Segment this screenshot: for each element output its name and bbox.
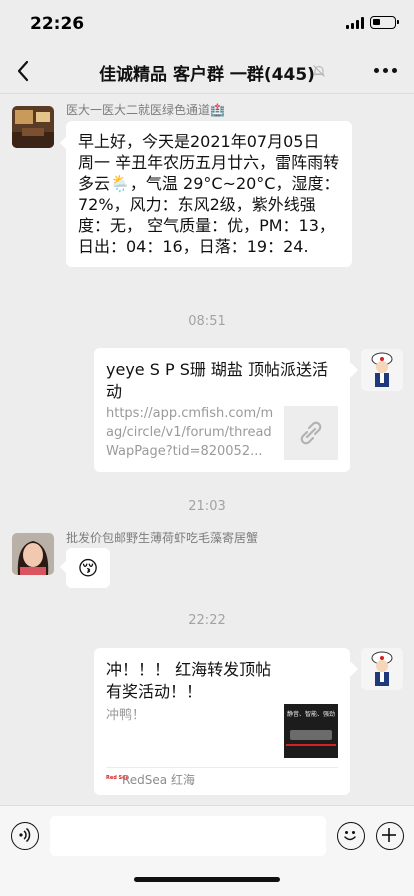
- avatar[interactable]: [361, 349, 403, 391]
- timestamp: 08:51: [188, 314, 226, 329]
- avatar[interactable]: [12, 106, 54, 148]
- link-card[interactable]: yeye S P S珊 瑚盐 顶帖派送活动 https://app.cmfish…: [94, 348, 350, 472]
- mute-icon: [313, 65, 325, 77]
- status-bar: 22:26: [0, 0, 414, 48]
- battery-icon: [370, 16, 399, 29]
- link-icon: [300, 421, 322, 445]
- sender-name: 批发价包邮野生薄荷虾吃毛藻寄居蟹: [66, 531, 259, 545]
- emoji-button[interactable]: [337, 822, 365, 850]
- back-icon[interactable]: [14, 58, 34, 84]
- timestamp: 22:22: [188, 613, 226, 628]
- message-text: 早上好，今天是2021年07月05日 周一 辛丑年农历五月廿六，雷阵雨转多云🌦️…: [78, 132, 340, 256]
- timestamp: 21:03: [188, 499, 226, 514]
- link-description: 冲鸭！: [106, 708, 146, 723]
- message-input[interactable]: [50, 816, 326, 856]
- voice-button[interactable]: [11, 822, 39, 850]
- link-title: 冲！！！ 红海转发顶帖有奖活动！！: [106, 660, 272, 701]
- signal-icon: [346, 17, 364, 29]
- card-divider: [106, 767, 338, 768]
- link-thumbnail: [284, 406, 338, 460]
- link-url: https://app.cmfish.com/mag/circle/v1/for…: [106, 406, 274, 459]
- avatar[interactable]: [361, 648, 403, 690]
- add-icon: [382, 828, 396, 842]
- add-button[interactable]: [376, 822, 404, 850]
- link-title: yeye S P S珊 瑚盐 顶帖派送活动: [106, 360, 329, 401]
- message-bubble[interactable]: 😚: [66, 548, 110, 588]
- chat-title: 佳诚精品 客户群 一群(445): [99, 65, 315, 85]
- message-bubble[interactable]: 早上好，今天是2021年07月05日 周一 辛丑年农历五月廿六，雷阵雨转多云🌦️…: [66, 121, 352, 267]
- emoji-icon: [344, 831, 356, 841]
- link-source: RedSea 红海: [122, 773, 195, 787]
- link-thumbnail: 静音、智能、强劲: [284, 704, 338, 758]
- status-time: 22:26: [30, 14, 85, 34]
- thumbnail-caption: 静音、智能、强劲: [287, 711, 336, 718]
- more-icon[interactable]: [374, 68, 398, 74]
- nav-bar: 佳诚精品 客户群 一群(445): [0, 48, 414, 94]
- input-bar: [0, 805, 414, 896]
- emoji-message: 😚: [77, 556, 99, 580]
- chat-area[interactable]: 医大一医大二就医绿色通道🏥 早上好，今天是2021年07月05日 周一 辛丑年农…: [0, 95, 414, 805]
- avatar[interactable]: [12, 533, 54, 575]
- voice-icon: [19, 827, 31, 843]
- link-card[interactable]: 冲！！！ 红海转发顶帖有奖活动！！ 冲鸭！ 静音、智能、强劲 Red Sea R…: [94, 648, 350, 795]
- sender-name: 医大一医大二就医绿色通道🏥: [66, 103, 225, 117]
- home-indicator: [134, 877, 280, 882]
